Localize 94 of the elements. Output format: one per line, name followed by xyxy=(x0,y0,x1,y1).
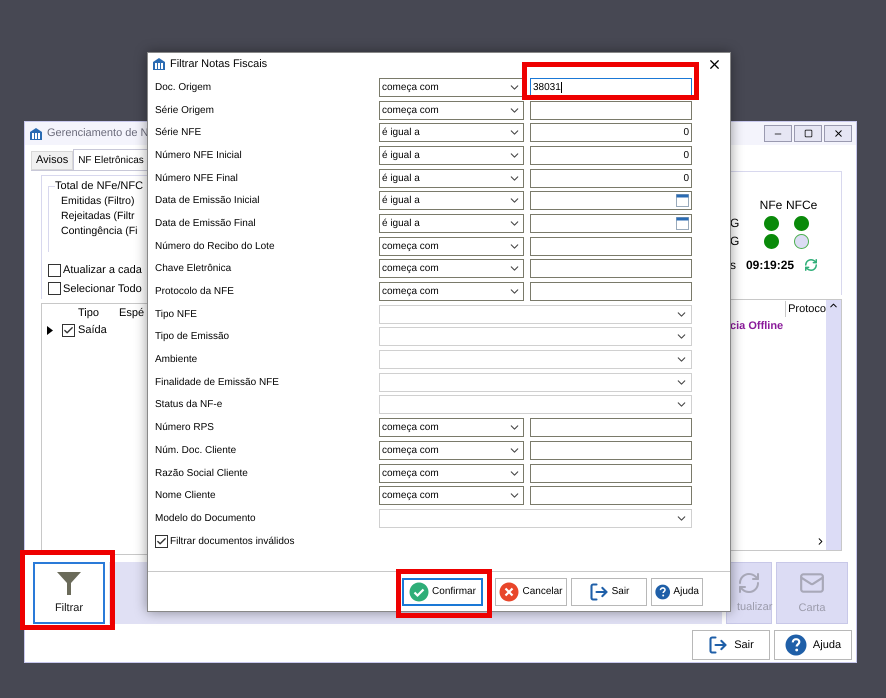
value-field[interactable] xyxy=(530,214,692,233)
value-field[interactable] xyxy=(530,191,692,210)
table-cell-text: cia Offline xyxy=(730,319,784,334)
value-field[interactable] xyxy=(530,418,692,438)
close-icon xyxy=(832,128,844,139)
operator-dropdown[interactable]: começa com xyxy=(379,259,524,278)
total-label: Contingência (Fi xyxy=(60,224,138,239)
field-label: Número NFE Inicial xyxy=(155,148,243,163)
check-circle-icon xyxy=(409,582,430,602)
checkbox-label: Selecionar Todo xyxy=(63,282,142,296)
vertical-scrollbar[interactable] xyxy=(826,300,841,550)
checkbox-label: Filtrar documentos inválidos xyxy=(170,535,294,550)
value-field[interactable] xyxy=(530,440,692,460)
field-label: Finalidade de Emissão NFE xyxy=(155,376,280,390)
status-column-header: NFe xyxy=(758,197,784,214)
operator-dropdown[interactable]: começa com xyxy=(379,486,524,506)
tab[interactable]: NF Eletrônicas xyxy=(73,149,149,170)
value-field[interactable]: 0 xyxy=(530,146,692,165)
status-label: G xyxy=(730,215,740,232)
field-label: Status da NF-e xyxy=(155,398,224,412)
field-label: Tipo NFE xyxy=(155,308,198,322)
field-label: Nome Cliente xyxy=(155,489,217,504)
refresh-icon xyxy=(737,570,761,595)
field-label: Protocolo da NFE xyxy=(155,285,235,300)
close-button[interactable] xyxy=(824,125,852,142)
field-label: Número NFE Final xyxy=(155,172,239,186)
operator-dropdown[interactable]: é igual a xyxy=(379,168,524,188)
field-label: Data de Emissão Final xyxy=(155,216,257,231)
field-label: Razão Social Cliente xyxy=(155,466,249,481)
footer-button[interactable]: Ajuda xyxy=(774,630,852,660)
checkbox[interactable] xyxy=(48,282,61,296)
table-cell-text: Saída xyxy=(78,322,107,338)
tab[interactable]: Avisos xyxy=(31,151,74,170)
field-label: Doc. Origem xyxy=(155,80,212,95)
field-label: Núm. Doc. Cliente xyxy=(155,444,238,458)
calendar-icon[interactable] xyxy=(676,194,689,208)
field-label: Número do Recibo do Lote xyxy=(155,240,276,254)
field-label: Ambiente xyxy=(155,353,198,368)
clock-time: 09:19:25 xyxy=(746,257,794,274)
operator-dropdown[interactable]: começa com xyxy=(379,100,524,120)
dialog-button[interactable]: Ajuda xyxy=(651,578,703,606)
value-field[interactable] xyxy=(530,259,692,278)
dialog-button[interactable]: Sair xyxy=(571,578,647,606)
exit-door-icon xyxy=(708,635,728,655)
operator-dropdown[interactable]: começa com xyxy=(379,282,524,302)
status-column-header: NFCe xyxy=(786,197,816,214)
field-label: Série Origem xyxy=(155,104,215,118)
value-field[interactable] xyxy=(530,282,692,302)
field-label: Data de Emissão Inicial xyxy=(155,194,260,208)
operator-dropdown[interactable]: começa com xyxy=(379,78,524,97)
dialog-button[interactable]: Confirmar xyxy=(402,578,483,606)
checkbox[interactable] xyxy=(155,535,168,548)
app-logo-icon xyxy=(152,57,166,71)
column-header: Tipo xyxy=(78,306,100,321)
checkbox[interactable] xyxy=(48,264,61,277)
value-field[interactable]: 38031 xyxy=(530,78,692,97)
dialog-button[interactable]: Cancelar xyxy=(495,578,567,606)
exit-door-icon xyxy=(588,582,609,602)
value-field[interactable]: 0 xyxy=(530,123,692,142)
operator-dropdown[interactable]: é igual a xyxy=(379,123,524,142)
status-label: G xyxy=(730,233,740,250)
operator-dropdown[interactable]: começa com xyxy=(379,440,524,460)
total-label: Emitidas (Filtro) xyxy=(60,194,136,209)
operator-dropdown[interactable]: começa com xyxy=(379,236,524,256)
total-label: Rejeitadas (Filtr xyxy=(60,209,136,224)
help-icon xyxy=(784,634,807,656)
field-label: Modelo do Documento xyxy=(155,512,257,526)
operator-dropdown[interactable]: é igual a xyxy=(379,146,524,165)
funnel-icon xyxy=(56,570,82,596)
row-checkbox[interactable] xyxy=(62,324,74,336)
maximize-button[interactable] xyxy=(794,125,822,142)
app-logo-icon xyxy=(29,126,43,140)
field-label: Chave Eletrônica xyxy=(155,262,232,276)
calendar-icon[interactable] xyxy=(676,216,689,230)
column-header: Espé xyxy=(119,306,144,321)
value-field[interactable] xyxy=(530,486,692,506)
dialog-title: Filtrar Notas Fiscais xyxy=(170,56,268,72)
operator-dropdown[interactable]: é igual a xyxy=(379,191,524,210)
field-label: Série NFE xyxy=(155,126,202,140)
refresh-icon[interactable] xyxy=(804,258,818,272)
checkbox-label: Atualizar a cada xyxy=(63,263,142,278)
value-field[interactable]: 0 xyxy=(530,168,692,188)
toolbar-button[interactable]: Filtrar xyxy=(33,562,105,624)
value-field[interactable] xyxy=(530,236,692,256)
footer-button[interactable]: Sair xyxy=(692,630,770,660)
maximize-icon xyxy=(804,129,812,138)
field-label: Tipo de Emissão xyxy=(155,330,230,344)
cancel-circle-icon xyxy=(499,582,520,602)
operator-dropdown[interactable]: começa com xyxy=(379,464,524,483)
value-field[interactable] xyxy=(530,100,692,120)
operator-dropdown[interactable]: começa com xyxy=(379,418,524,438)
value-field[interactable] xyxy=(530,464,692,483)
operator-dropdown[interactable]: é igual a xyxy=(379,214,524,233)
field-label: Número RPS xyxy=(155,421,215,436)
